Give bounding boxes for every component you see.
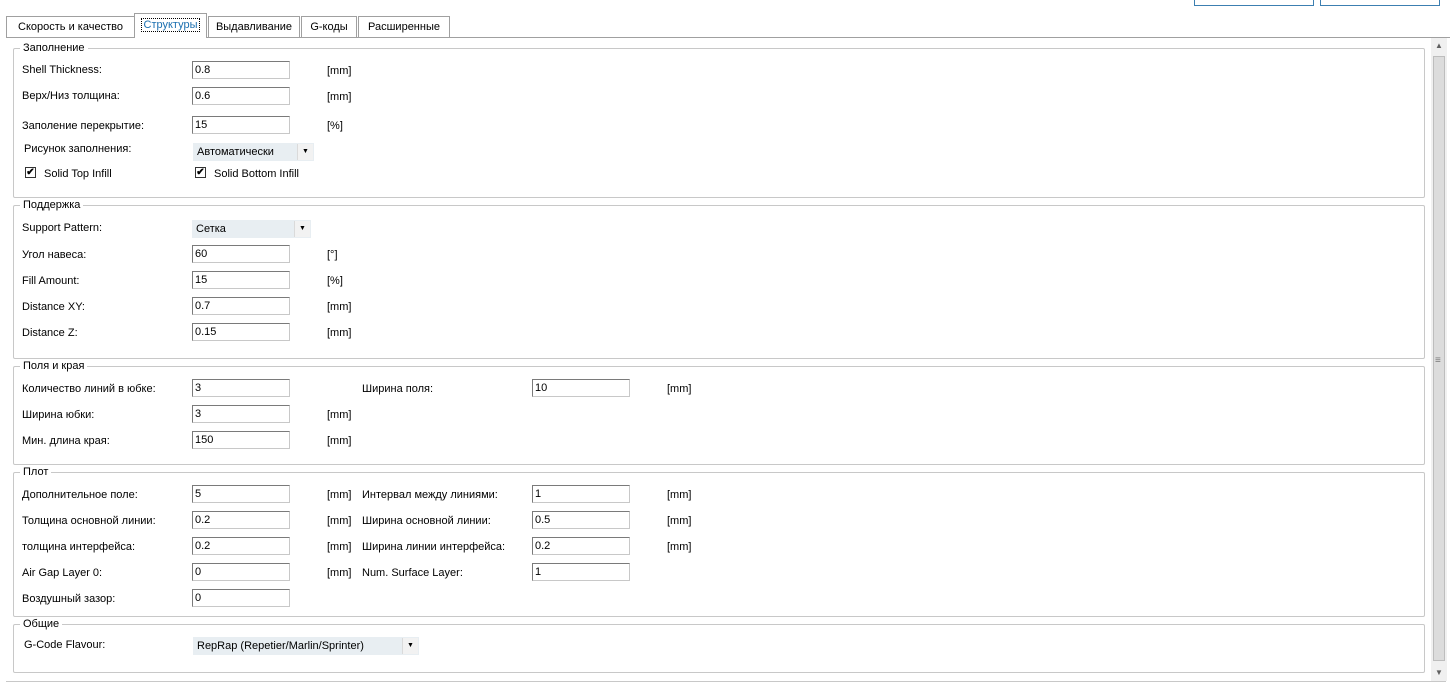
tab-extrusion[interactable]: Выдавливание xyxy=(208,16,300,37)
gcode-flavour-value: RepRap (Repetier/Marlin/Sprinter) xyxy=(197,640,364,652)
raft-line-spacing-unit: [mm] xyxy=(667,489,692,501)
infill-overlap-input[interactable] xyxy=(192,116,290,134)
top-bottom-thickness-input[interactable] xyxy=(192,87,290,105)
infill-overlap-label: Заполение перекрытие: xyxy=(22,120,145,132)
chevron-down-icon: ▼ xyxy=(402,638,418,654)
raft-interface-width-label: Ширина линии интерфейса: xyxy=(362,541,506,553)
scroll-down-arrow-icon[interactable]: ▼ xyxy=(1431,665,1447,681)
raft-line-spacing-label: Интервал между линиями: xyxy=(362,489,498,501)
fill-amount-label: Fill Amount: xyxy=(22,275,80,287)
tab-speed-quality[interactable]: Скорость и качество xyxy=(6,16,135,37)
top-button-1[interactable] xyxy=(1194,0,1314,6)
shell-thickness-input[interactable] xyxy=(192,61,290,79)
chevron-down-icon: ▼ xyxy=(294,221,310,237)
raft-extra-margin-input[interactable] xyxy=(192,485,290,503)
distance-z-input[interactable] xyxy=(192,323,290,341)
raft-interface-width-input[interactable] xyxy=(532,537,630,555)
infill-group-title: Заполнение xyxy=(20,42,88,54)
skirt-line-count-label: Количество линий в юбке: xyxy=(22,383,156,395)
solid-top-infill-checkbox[interactable]: ✔ xyxy=(25,167,36,178)
surface-layers-input[interactable] xyxy=(532,563,630,581)
gcode-flavour-select[interactable]: RepRap (Repetier/Marlin/Sprinter) ▼ xyxy=(193,637,419,655)
air-gap-input[interactable] xyxy=(192,589,290,607)
air-gap-layer0-unit: [mm] xyxy=(327,567,352,579)
raft-base-thickness-input[interactable] xyxy=(192,511,290,529)
skirt-line-count-input[interactable] xyxy=(192,379,290,397)
min-edge-length-label: Мин. длина края: xyxy=(22,435,110,447)
support-group-title: Поддержка xyxy=(20,199,84,211)
fill-amount-input[interactable] xyxy=(192,271,290,289)
tab-gcodes[interactable]: G-коды xyxy=(301,16,357,37)
infill-pattern-select[interactable]: Автоматически ▼ xyxy=(193,143,314,161)
raft-interface-width-unit: [mm] xyxy=(667,541,692,553)
scrollbar-thumb[interactable]: ≡ xyxy=(1433,56,1445,661)
raft-base-width-input[interactable] xyxy=(532,511,630,529)
distance-z-unit: [mm] xyxy=(327,327,352,339)
infill-overlap-unit: [%] xyxy=(327,120,343,132)
air-gap-layer0-input[interactable] xyxy=(192,563,290,581)
air-gap-layer0-label: Air Gap Layer 0: xyxy=(22,567,103,579)
infill-pattern-label: Рисунок заполнения: xyxy=(24,143,132,155)
raft-base-width-label: Ширина основной линии: xyxy=(362,515,491,527)
skirt-brim-group-title: Поля и края xyxy=(20,360,88,372)
gcode-flavour-label: G-Code Flavour: xyxy=(24,639,106,651)
raft-base-thickness-label: Толщина основной линии: xyxy=(22,515,156,527)
support-pattern-value: Сетка xyxy=(196,223,226,235)
infill-pattern-value: Автоматически xyxy=(197,146,274,158)
tab-advanced[interactable]: Расширенные xyxy=(358,16,450,37)
solid-bottom-infill-label: Solid Bottom Infill xyxy=(214,168,299,180)
distance-xy-label: Distance XY: xyxy=(22,301,85,313)
raft-extra-margin-unit: [mm] xyxy=(327,489,352,501)
support-pattern-select[interactable]: Сетка ▼ xyxy=(192,220,311,238)
brim-width-unit: [mm] xyxy=(667,383,692,395)
overhang-angle-label: Угол навеса: xyxy=(22,249,87,261)
surface-layers-label: Num. Surface Layer: xyxy=(362,567,463,579)
brim-width-input[interactable] xyxy=(532,379,630,397)
brim-width-label: Ширина поля: xyxy=(362,383,434,395)
raft-line-spacing-input[interactable] xyxy=(532,485,630,503)
distance-xy-unit: [mm] xyxy=(327,301,352,313)
top-button-2[interactable] xyxy=(1320,0,1440,6)
distance-z-label: Distance Z: xyxy=(22,327,78,339)
min-edge-length-input[interactable] xyxy=(192,431,290,449)
support-pattern-label: Support Pattern: xyxy=(22,222,103,234)
min-edge-length-unit: [mm] xyxy=(327,435,352,447)
raft-group-title: Плот xyxy=(20,466,52,478)
raft-base-thickness-unit: [mm] xyxy=(327,515,352,527)
raft-interface-thickness-unit: [mm] xyxy=(327,541,352,553)
distance-xy-input[interactable] xyxy=(192,297,290,315)
skirt-width-input[interactable] xyxy=(192,405,290,423)
top-bottom-thickness-unit: [mm] xyxy=(327,91,352,103)
chevron-down-icon: ▼ xyxy=(297,144,313,160)
raft-extra-margin-label: Дополнительное поле: xyxy=(22,489,138,501)
raft-base-width-unit: [mm] xyxy=(667,515,692,527)
fill-amount-unit: [%] xyxy=(327,275,343,287)
shell-thickness-label: Shell Thickness: xyxy=(22,64,102,76)
solid-top-infill-label: Solid Top Infill xyxy=(44,168,112,180)
raft-interface-thickness-label: толщина интерфейса: xyxy=(22,541,136,553)
solid-bottom-infill-checkbox[interactable]: ✔ xyxy=(195,167,206,178)
overhang-angle-input[interactable] xyxy=(192,245,290,263)
scroll-up-arrow-icon[interactable]: ▲ xyxy=(1431,38,1447,54)
overhang-angle-unit: [°] xyxy=(327,249,338,261)
raft-interface-thickness-input[interactable] xyxy=(192,537,290,555)
shell-thickness-unit: [mm] xyxy=(327,65,352,77)
general-group-title: Общие xyxy=(20,618,63,630)
vertical-scrollbar[interactable]: ▲ ≡ ▼ xyxy=(1431,38,1447,681)
air-gap-label: Воздушный зазор: xyxy=(22,593,116,605)
top-bottom-thickness-label: Верх/Низ толщина: xyxy=(22,90,120,102)
panel-bottom-border xyxy=(6,681,1446,682)
grip-icon: ≡ xyxy=(1435,355,1441,366)
skirt-width-label: Ширина юбки: xyxy=(22,409,95,421)
skirt-width-unit: [mm] xyxy=(327,409,352,421)
tab-structures[interactable]: Структуры xyxy=(134,13,207,38)
